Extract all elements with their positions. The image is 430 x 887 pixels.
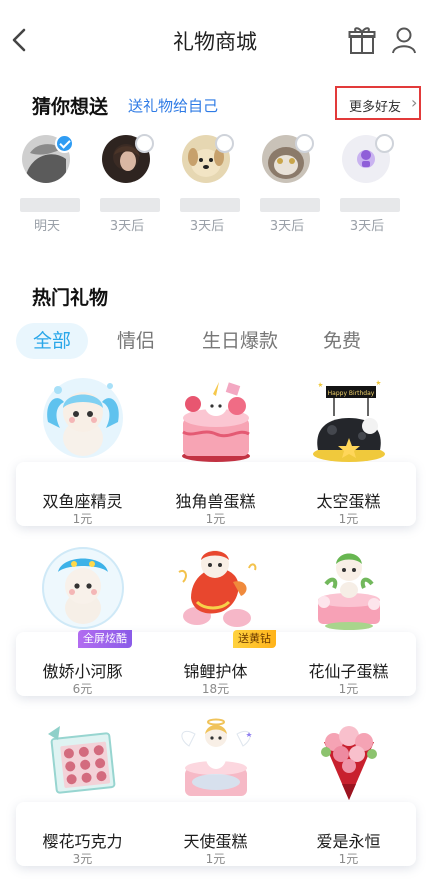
- tab-free[interactable]: 免费: [306, 323, 378, 359]
- friend-birthday-when: 3天后: [349, 219, 385, 234]
- gift-price: 1元: [338, 512, 359, 526]
- pisces-spirit-image: [43, 378, 123, 458]
- gift-item[interactable]: 樱花巧克力 3元: [16, 710, 149, 868]
- friend-name-blurred: [260, 198, 320, 212]
- gift-item[interactable]: 双鱼座精灵 1元: [16, 370, 149, 528]
- fullscreen-badge: 全屏炫酷: [78, 630, 132, 648]
- gift-item[interactable]: 送黄钻 锦鲤护体 18元: [149, 540, 282, 698]
- tab-birthday-hits[interactable]: 生日爆款: [186, 323, 294, 359]
- gift-name: 独角兽蛋糕: [175, 492, 256, 511]
- gift-row: 樱花巧克力 3元 天使蛋糕 1元 爱是永恒 1元: [16, 710, 418, 870]
- gift-item[interactable]: 全屏炫酷 傲娇小河豚 6元: [16, 540, 149, 698]
- gift-price: 1元: [338, 682, 359, 696]
- flower-fairy-cake-image: [318, 553, 380, 630]
- gift-item[interactable]: 花仙子蛋糕 1元: [282, 540, 415, 698]
- category-tabs: 全部 情侣 生日爆款 免费: [16, 320, 416, 362]
- select-checkbox[interactable]: [135, 134, 154, 153]
- tab-couple[interactable]: 情侣: [98, 323, 174, 359]
- tab-all[interactable]: 全部: [16, 323, 88, 359]
- friend-name-blurred: [180, 198, 240, 212]
- gift-name: 傲娇小河豚: [42, 662, 123, 681]
- gift-row: 双鱼座精灵 1元 独角兽蛋糕 1元 Happy Birthday 太空蛋糕 1元: [16, 370, 418, 530]
- gift-row: 全屏炫酷 傲娇小河豚 6元 送黄钻 锦鲤护体 18元 花仙子蛋糕 1元: [16, 540, 418, 700]
- yellow-diamond-badge: 送黄钻: [233, 630, 276, 648]
- friend-item[interactable]: 3天后: [320, 130, 400, 240]
- guess-section-header: 猜你想送 送礼物给自己 更多好友 ›: [0, 80, 430, 130]
- friend-item[interactable]: 明天: [0, 130, 80, 240]
- gift-item[interactable]: Happy Birthday 太空蛋糕 1元: [282, 370, 415, 528]
- more-friends-label: 更多好友: [349, 100, 402, 115]
- gift-name: 双鱼座精灵: [42, 492, 123, 511]
- more-friends-button[interactable]: 更多好友 ›: [335, 86, 421, 120]
- friend-item[interactable]: 3天后: [240, 130, 320, 240]
- gift-name: 锦鲤护体: [183, 662, 248, 681]
- angel-cake-image: [181, 718, 252, 796]
- space-cake-image: Happy Birthday: [313, 380, 385, 462]
- guess-title: 猜你想送: [32, 96, 109, 118]
- select-checkbox[interactable]: [295, 134, 314, 153]
- gift-name: 爱是永恒: [316, 832, 381, 851]
- user-icon[interactable]: [390, 24, 418, 56]
- sakura-chocolate-image: [48, 726, 116, 794]
- gift-item[interactable]: 独角兽蛋糕 1元: [149, 370, 282, 528]
- cake-topper-text: Happy Birthday: [328, 390, 375, 397]
- select-checkbox[interactable]: [375, 134, 394, 153]
- gift-price: 1元: [205, 512, 226, 526]
- gift-name: 花仙子蛋糕: [308, 662, 389, 681]
- friend-name-blurred: [20, 198, 80, 212]
- select-checkbox[interactable]: [55, 134, 74, 153]
- gift-name: 太空蛋糕: [316, 492, 381, 511]
- gift-price: 1元: [72, 512, 93, 526]
- koi-fish-image: [178, 550, 257, 627]
- send-to-self-link[interactable]: 送礼物给自己: [128, 95, 218, 116]
- gift-price: 1元: [205, 852, 226, 866]
- friend-item[interactable]: 3天后: [160, 130, 240, 240]
- gift-name: 樱花巧克力: [42, 832, 123, 851]
- gift-price: 18元: [201, 682, 230, 696]
- gift-price: 1元: [338, 852, 359, 866]
- friend-name-blurred: [100, 198, 160, 212]
- friend-list: 明天 3天后 3天后 3天后 3天后: [0, 130, 430, 240]
- pufferfish-image: [42, 547, 124, 629]
- gift-item[interactable]: 爱是永恒 1元: [282, 710, 415, 868]
- gift-price: 3元: [72, 852, 93, 866]
- friend-name-blurred: [340, 198, 400, 212]
- gift-icon[interactable]: [348, 24, 376, 56]
- gift-name: 天使蛋糕: [183, 832, 248, 851]
- flower-bouquet-image: [321, 726, 377, 800]
- top-nav-bar: 礼物商城: [0, 0, 430, 80]
- select-checkbox[interactable]: [215, 134, 234, 153]
- hot-gifts-title: 热门礼物: [32, 287, 109, 309]
- gift-price: 6元: [72, 682, 93, 696]
- gift-item[interactable]: 天使蛋糕 1元: [149, 710, 282, 868]
- unicorn-cake-image: [182, 382, 250, 462]
- chevron-right-icon: ›: [411, 93, 418, 112]
- friend-item[interactable]: 3天后: [80, 130, 160, 240]
